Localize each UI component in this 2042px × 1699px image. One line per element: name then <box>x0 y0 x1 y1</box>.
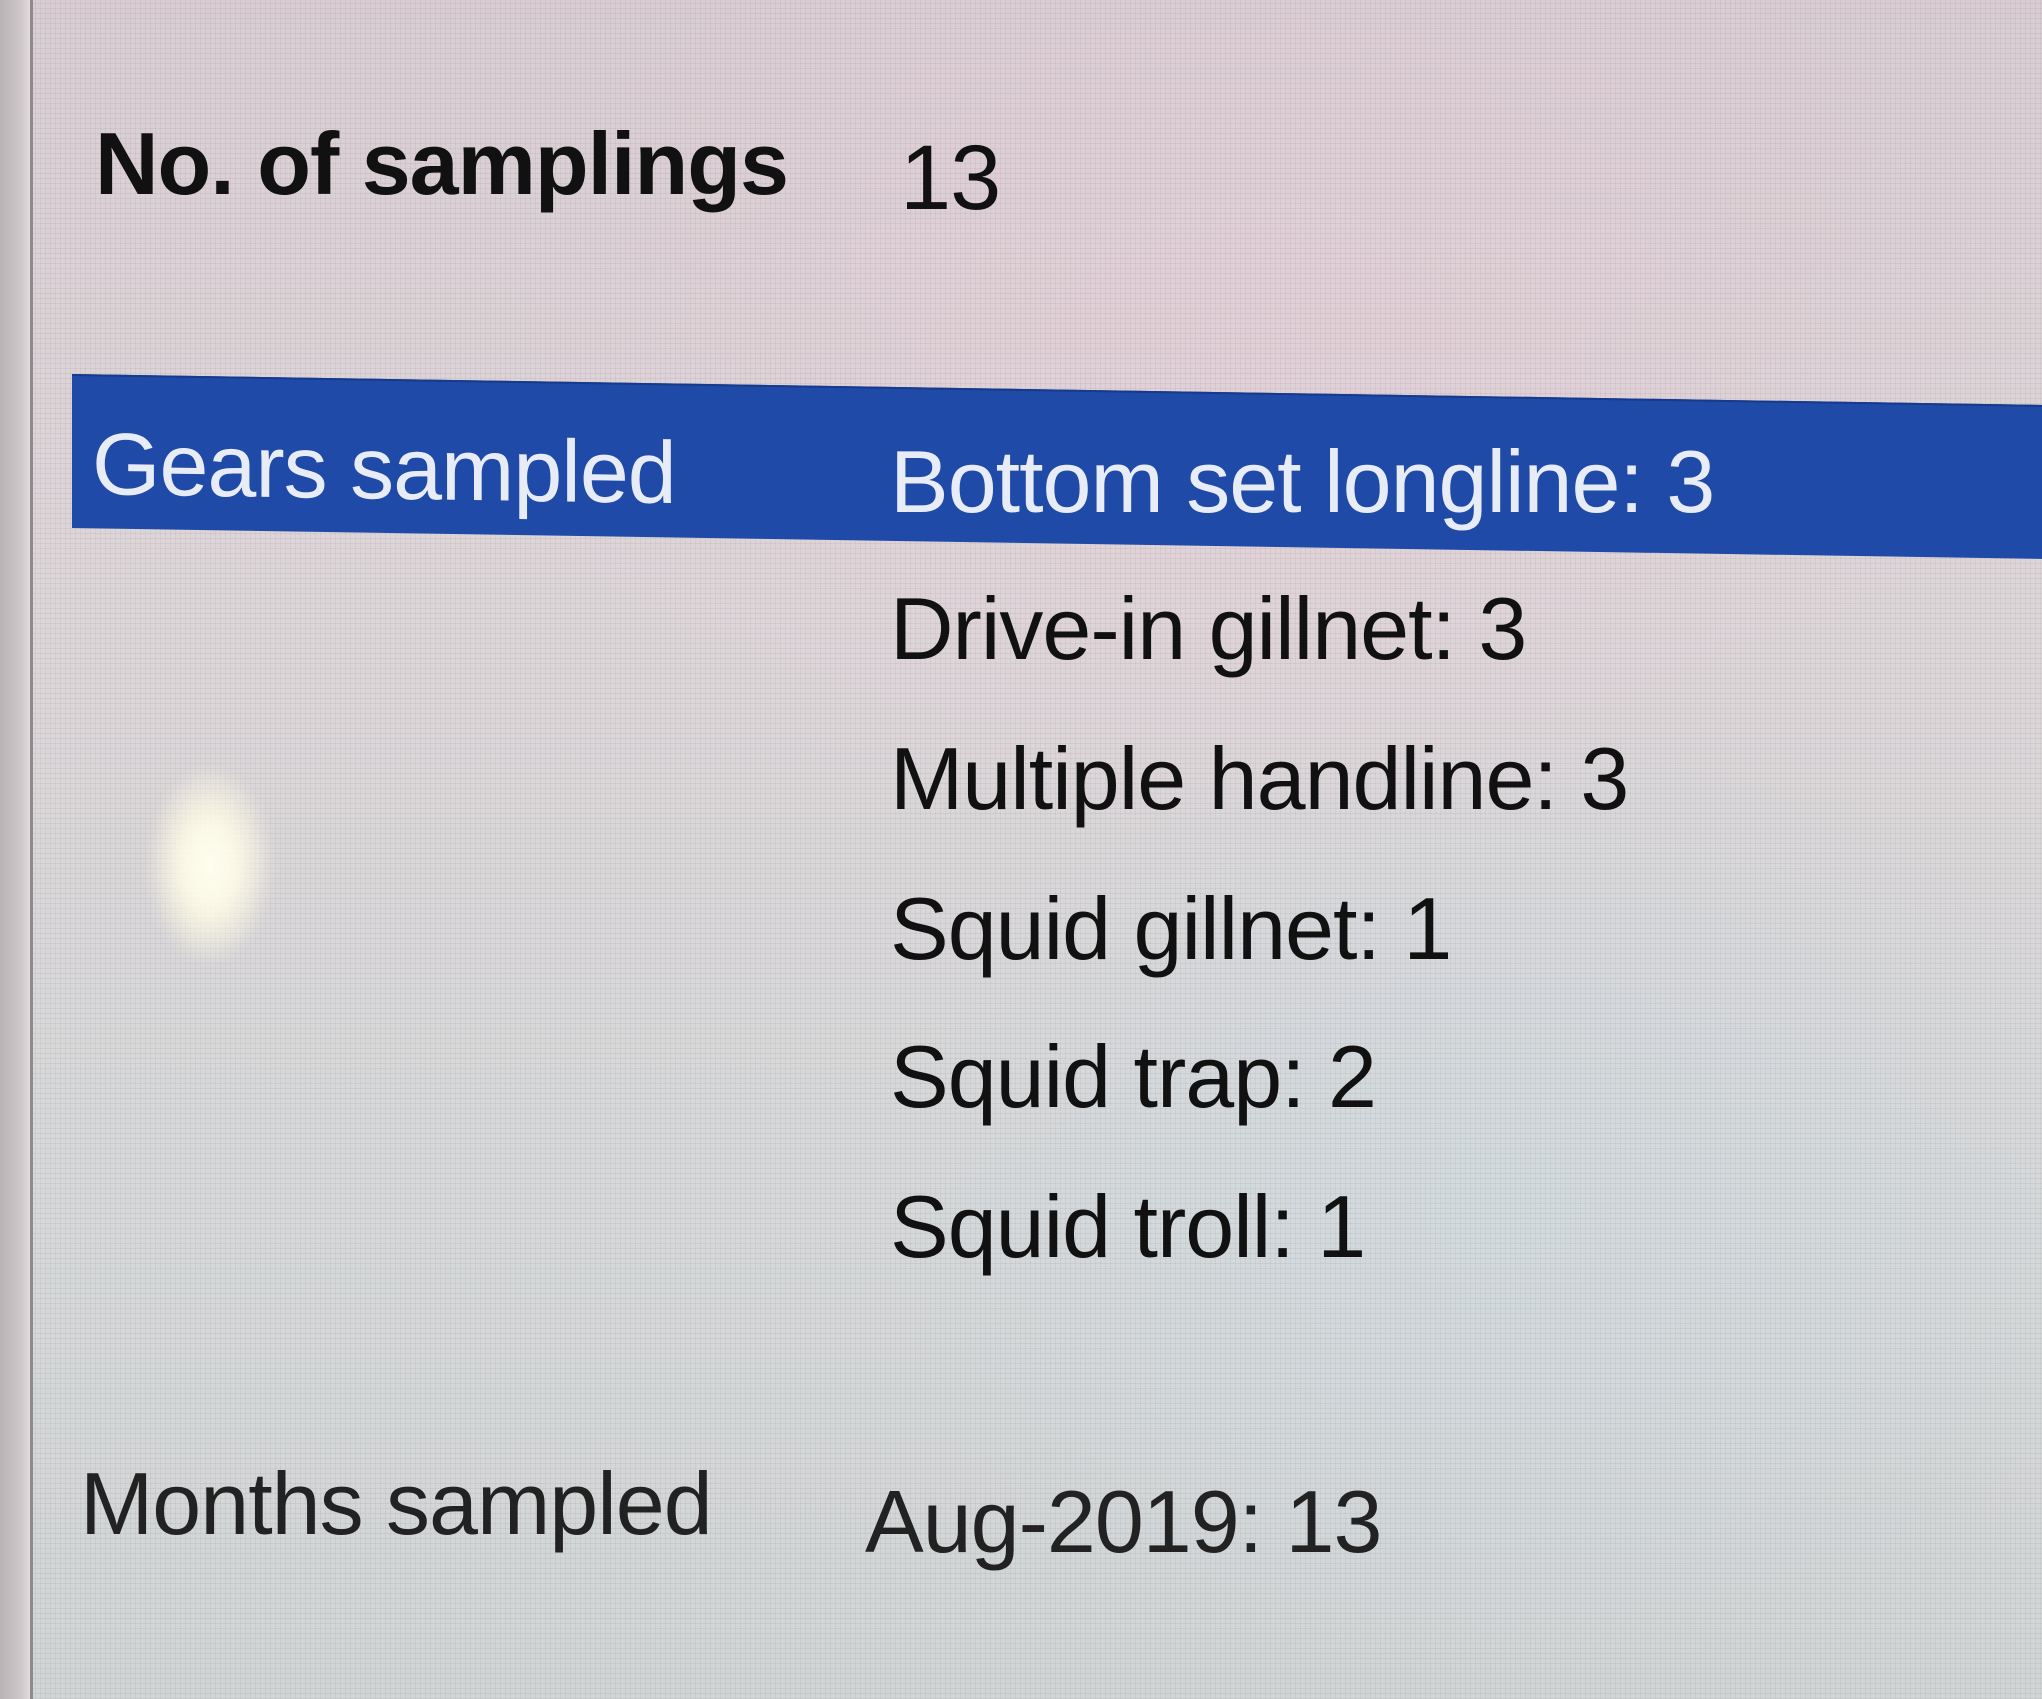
gear-item-drive-in-gillnet[interactable]: Drive-in gillnet: 3 <box>890 585 1527 673</box>
gears-label[interactable]: Gears sampled <box>92 414 676 522</box>
months-label: Months sampled <box>80 1454 713 1553</box>
gear-item-squid-trap[interactable]: Squid trap: 2 <box>890 1033 1377 1121</box>
screen-glare <box>150 770 270 960</box>
samplings-value: 13 <box>900 127 1001 229</box>
samplings-label: No. of samplings <box>95 114 789 213</box>
gear-item-bottom-set-longline[interactable]: Bottom set longline: 3 <box>890 438 1715 526</box>
screen-background <box>0 0 2042 1699</box>
window-left-border <box>0 0 33 1699</box>
gear-item-multiple-handline[interactable]: Multiple handline: 3 <box>890 735 1629 823</box>
months-value: Aug-2019: 13 <box>865 1472 1382 1571</box>
gear-item-squid-gillnet[interactable]: Squid gillnet: 1 <box>890 885 1452 973</box>
gear-item-squid-troll[interactable]: Squid troll: 1 <box>890 1183 1366 1271</box>
